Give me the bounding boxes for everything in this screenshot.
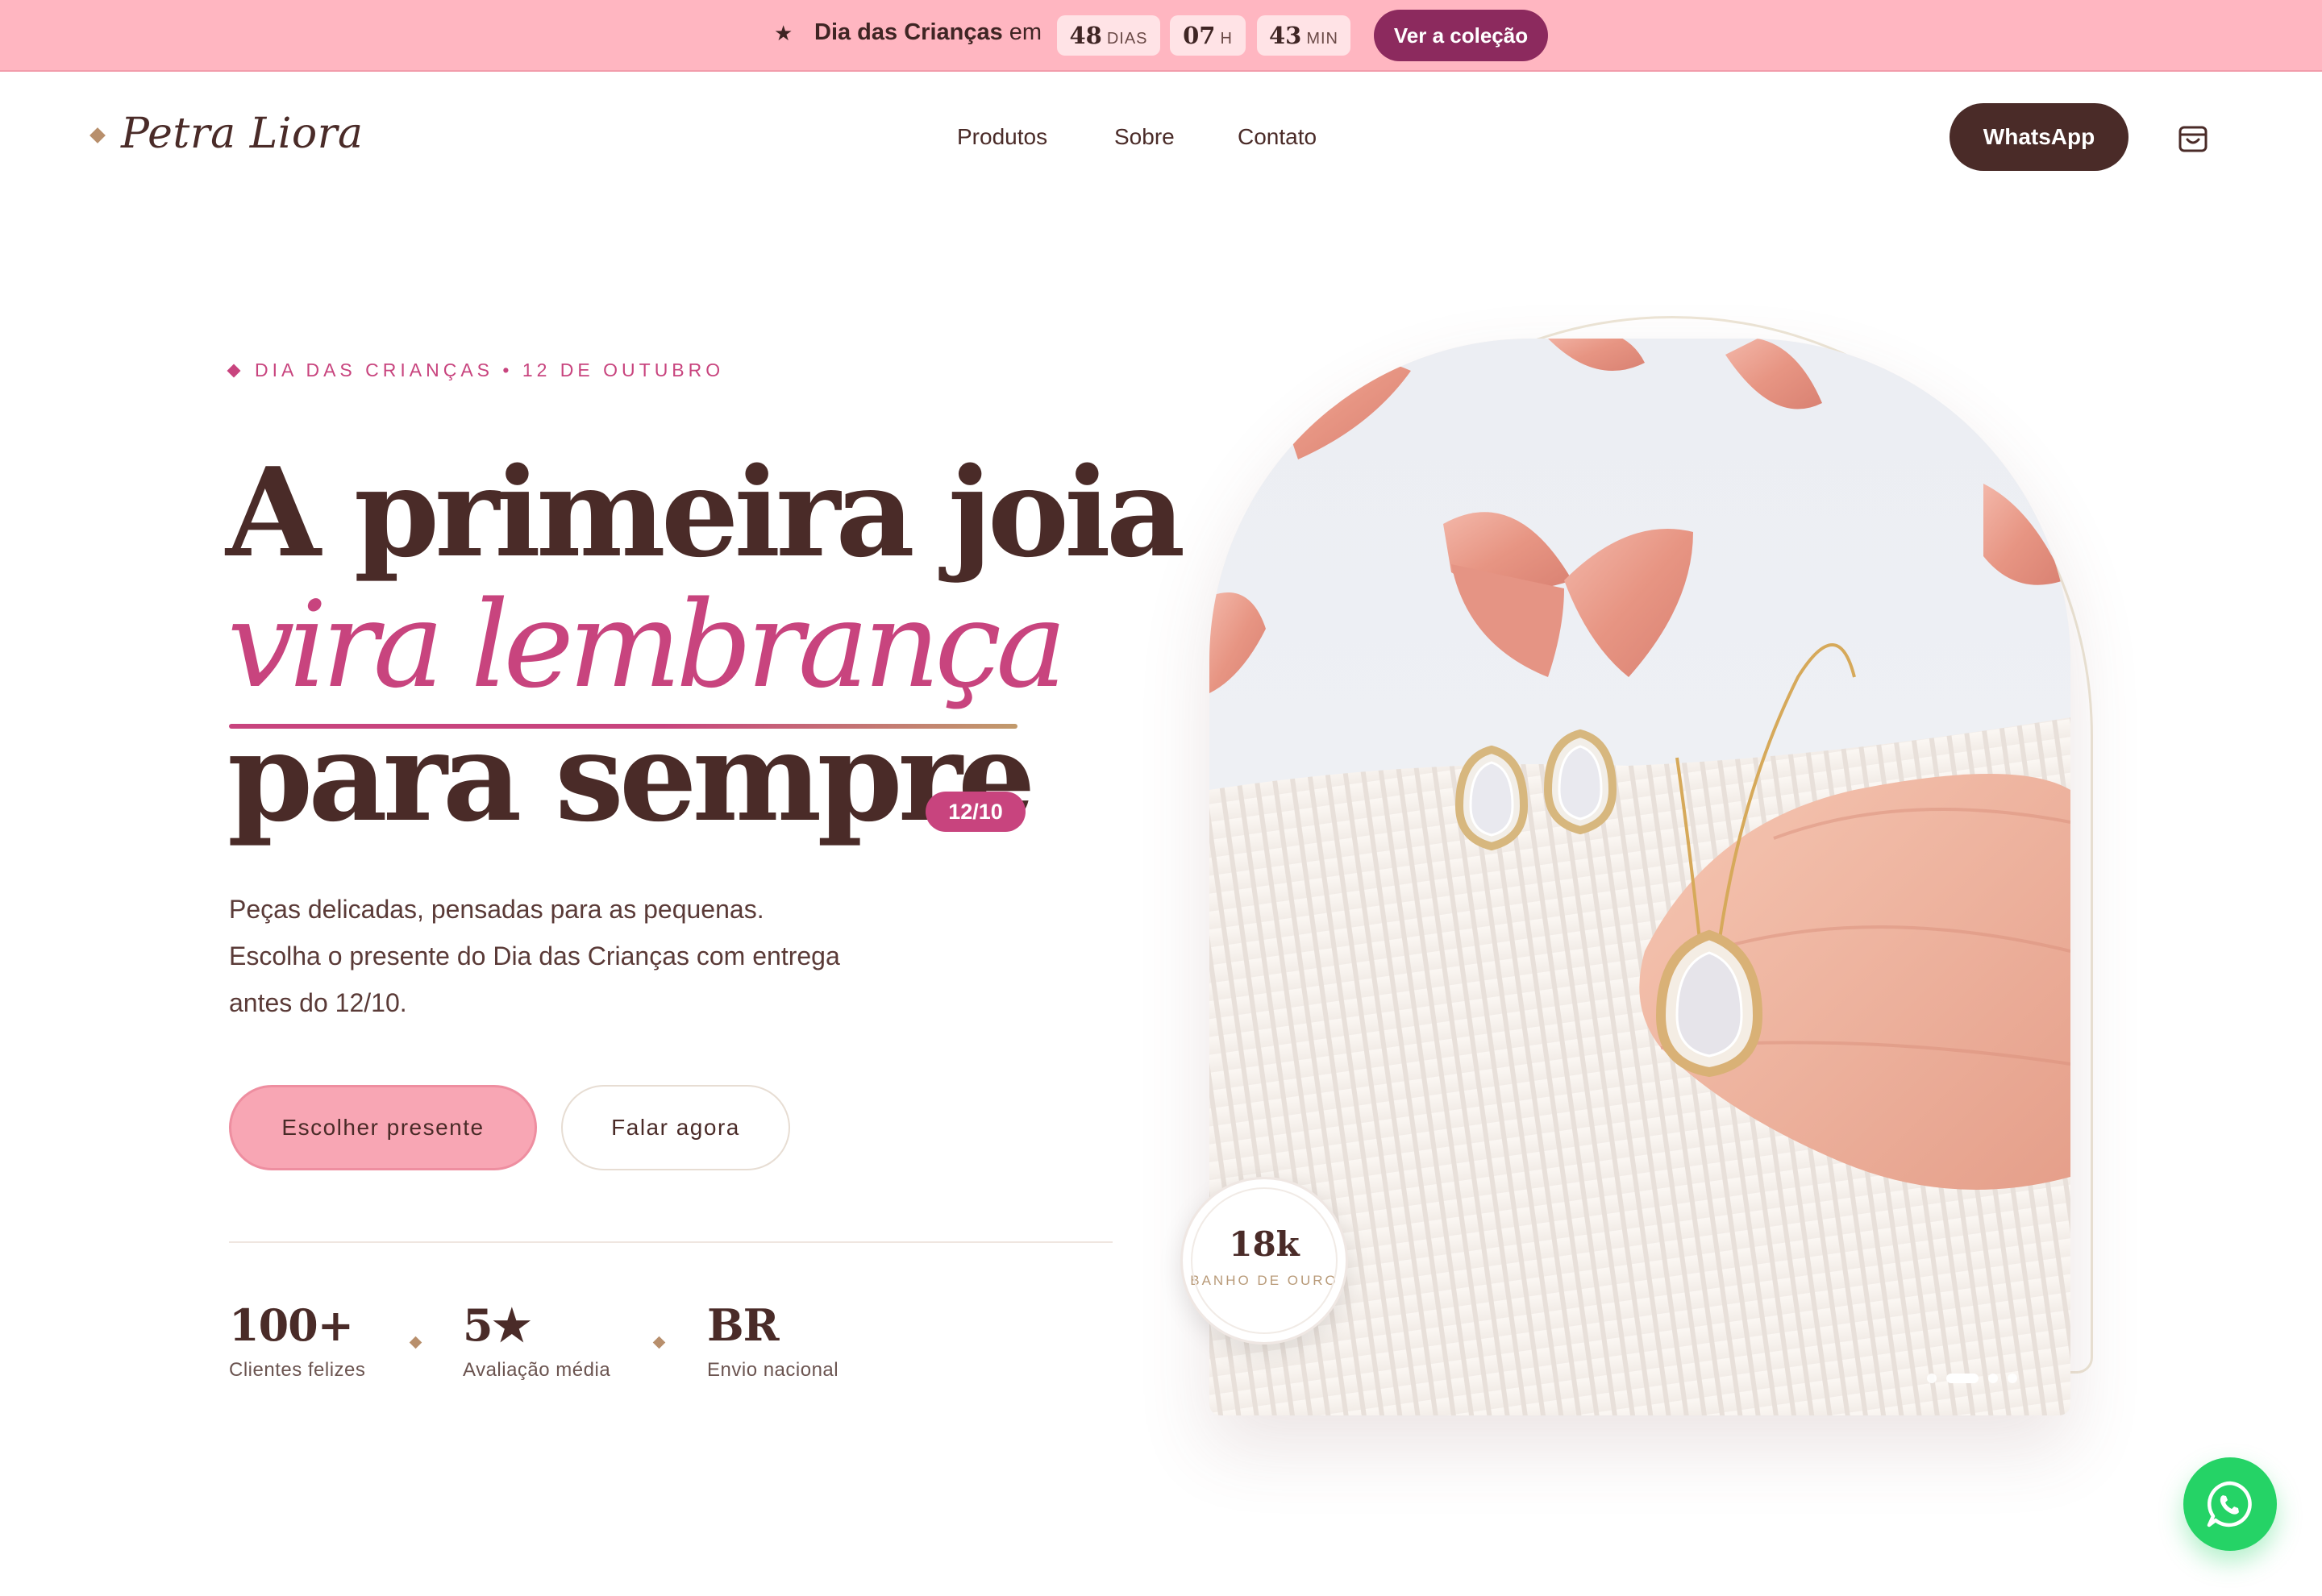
- stat-shipping-value: BR: [707, 1299, 780, 1351]
- stat-separator-icon: [409, 1336, 422, 1349]
- carousel-dot[interactable]: [2008, 1374, 2017, 1383]
- countdown-days-value: 48: [1069, 22, 1102, 49]
- announcement-bar: ★ Dia das Crianças em 48 DIAS 07 H 43 MI…: [0, 0, 2322, 72]
- countdown-minutes-value: 43: [1268, 22, 1302, 49]
- stat-clients-label: Clientes felizes: [229, 1359, 366, 1381]
- date-badge: 12/10: [926, 792, 1026, 832]
- countdown-hours: 07 H: [1170, 15, 1246, 56]
- seal-label: BANHO DE OURO: [1190, 1273, 1338, 1288]
- countdown-hours-value: 07: [1183, 22, 1216, 49]
- hero-description-line-1: Peças delicadas, pensadas para as pequen…: [229, 895, 764, 924]
- countdown-minutes-unit: MIN: [1306, 30, 1339, 48]
- whatsapp-floating-button[interactable]: [2183, 1457, 2277, 1551]
- seal-value: 18k: [1229, 1224, 1300, 1264]
- headline-line-3: para sempre: [227, 704, 1035, 849]
- stat-separator-icon: [652, 1336, 666, 1349]
- hero-description-line-3: antes do 12/10.: [229, 988, 407, 1017]
- headline-line-1: A primeira joia: [226, 440, 1185, 584]
- stat-rating-label: Avaliação média: [463, 1359, 611, 1381]
- announcement-text: Dia das Crianças em: [814, 19, 1042, 46]
- carousel-dot[interactable]: [1927, 1374, 1937, 1383]
- hero-description-line-2: Escolha o presente do Dia das Crianças c…: [229, 941, 840, 970]
- talk-now-button[interactable]: Falar agora: [561, 1085, 790, 1170]
- nav-contato[interactable]: Contato: [1238, 124, 1317, 150]
- choose-gift-button[interactable]: Escolher presente: [229, 1085, 537, 1170]
- stat-rating-value: 5★: [463, 1299, 531, 1351]
- stat-shipping-label: Envio nacional: [707, 1359, 839, 1381]
- countdown-days-unit: DIAS: [1106, 30, 1148, 48]
- countdown-days: 48 DIAS: [1057, 15, 1160, 56]
- logo-diamond-icon: [89, 127, 106, 143]
- shopping-bag-icon[interactable]: [2177, 119, 2209, 153]
- view-collection-button[interactable]: Ver a coleção: [1374, 10, 1548, 61]
- gold-plating-seal: 18k BANHO DE OURO: [1180, 1177, 1348, 1345]
- hero-eyebrow: DIA DAS CRIANÇAS • 12 DE OUTUBRO: [255, 360, 725, 380]
- whatsapp-icon: [2207, 1481, 2252, 1527]
- nav-sobre[interactable]: Sobre: [1114, 124, 1175, 150]
- headline-line-2: vira lembrança: [227, 576, 1067, 714]
- whatsapp-button[interactable]: WhatsApp: [1950, 103, 2128, 171]
- carousel-dots: [1927, 1370, 2017, 1386]
- carousel-dot-active[interactable]: [1946, 1374, 1979, 1383]
- announcement-suffix: em: [1009, 19, 1042, 45]
- stat-clients-value: 100+: [229, 1299, 354, 1351]
- stats-divider: [229, 1241, 1113, 1243]
- brand-logo[interactable]: Petra Liora: [121, 110, 364, 158]
- announcement-event: Dia das Crianças: [814, 19, 1003, 45]
- countdown-minutes: 43 MIN: [1257, 15, 1350, 56]
- star-icon: ★: [774, 21, 793, 45]
- carousel-dot[interactable]: [1988, 1374, 1998, 1383]
- countdown-hours-unit: H: [1220, 30, 1233, 48]
- eyebrow-diamond-icon: [227, 364, 241, 378]
- nav-produtos[interactable]: Produtos: [957, 124, 1047, 150]
